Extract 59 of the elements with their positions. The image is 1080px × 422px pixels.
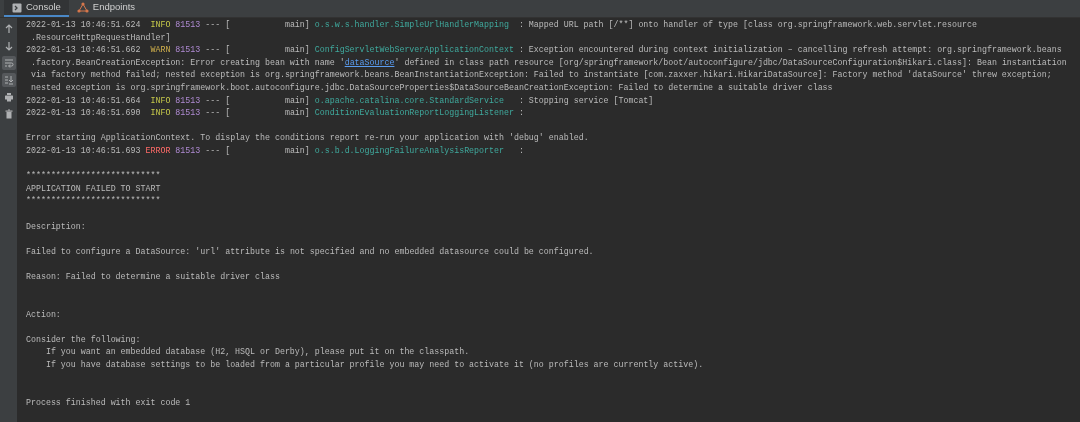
process-id: 81513 (175, 44, 201, 57)
thread-name: --- [ main] (205, 44, 310, 57)
thread-name: --- [ main] (205, 19, 310, 31)
console-text: *************************** (26, 195, 161, 208)
console-icon (12, 2, 22, 13)
thread-name: --- [ main] (205, 107, 310, 120)
logger-name: ConfigServletWebServerApplicationContext (314, 44, 514, 57)
console-text: Error starting ApplicationContext. To display the conditions report re-run your application with 'debug' enabled. (26, 132, 589, 145)
arrow-down-icon (3, 41, 14, 51)
console-text: Consider the following: (26, 333, 141, 346)
console-text: Failed to configure a DataSource: 'url' attribute is not specified and no embedded datasource could be configured. (26, 245, 594, 258)
log-message: : (518, 107, 524, 120)
printer-icon (3, 92, 14, 102)
log-level: ERROR (145, 144, 171, 157)
tab[interactable]: Console (4, 0, 69, 17)
logger-name: o.apache.catalina.core.StandardService (314, 94, 505, 107)
process-id: 81513 (175, 94, 201, 107)
console-text: APPLICATION FAILED TO START (26, 182, 161, 195)
process-id: 81513 (175, 19, 201, 31)
log-message: .factory.BeanCreationException: Error creating bean with name 'dataSource' defined in class path resource [org/springframework/boot/autoconfigure/jdbc/DataSourceConfiguration$Hikari.class]: Bean instantiation (29, 56, 1067, 69)
toolbar-button[interactable] (1, 56, 16, 70)
console-text: *************************** (26, 170, 161, 183)
console-text: If you want an embedded database (H2, HSQL or Derby), please put it on the classpath. (44, 346, 470, 359)
log-level: INFO (149, 107, 171, 120)
console-text: Process finished with exit code 1 (26, 396, 191, 409)
log-level: INFO (149, 94, 171, 107)
console-text: Description: (26, 220, 86, 233)
log-message: via factory method failed; nested exception is org.springframework.beans.BeanInstantiationException: Failed to instantiate [com.zaxxer.hikari.HikariDataSource]: Factory method 'dataSource' threw exception; (29, 69, 1052, 82)
thread-name: --- [ main] (205, 144, 310, 157)
logger-name: ConditionEvaluationReportLoggingListener (314, 107, 514, 120)
wrap-icon (3, 58, 14, 68)
process-id: 81513 (175, 144, 201, 157)
log-message: : Exception encountered during context initialization – cancelling refresh attempt: org.springframework.beans (518, 44, 1062, 57)
log-level: WARN (149, 44, 171, 57)
arrow-up-icon (3, 24, 14, 34)
log-timestamp: 2022-01-13 10:46:51.664 (26, 94, 141, 107)
log-timestamp: 2022-01-13 10:46:51.693 (26, 144, 141, 157)
log-message: .ResourceHttpRequestHandler] (29, 31, 171, 44)
scroll-to-end-icon (3, 75, 14, 85)
console-text: Action: (26, 308, 61, 321)
toolbar-button[interactable] (1, 73, 16, 87)
process-id: 81513 (175, 107, 201, 120)
log-message: : Mapped URL path [/**] onto handler of type [class org.springframework.web.servlet.resource (518, 19, 977, 31)
console-text: Reason: Failed to determine a suitable driver class (26, 270, 280, 283)
log-timestamp: 2022-01-13 10:46:51.624 (26, 19, 141, 31)
thread-name: --- [ main] (205, 94, 310, 107)
trash-icon (3, 109, 14, 119)
log-message: : (518, 144, 524, 157)
logger-name: o.s.b.d.LoggingFailureAnalysisReporter (314, 144, 505, 157)
tab[interactable]: Endpoints (68, 0, 144, 17)
log-timestamp: 2022-01-13 10:46:51.690 (26, 107, 141, 120)
log-timestamp: 2022-01-13 10:46:51.662 (26, 44, 141, 57)
network-icon (76, 2, 89, 13)
console-text: If you have database settings to be loaded from a particular profile you may need to activate it (no profiles are currently active). (44, 359, 704, 372)
log-message: : Stopping service [Tomcat] (518, 94, 654, 107)
logger-name: o.s.w.s.handler.SimpleUrlHandlerMapping (314, 19, 510, 31)
bean-link[interactable]: dataSource (344, 57, 395, 67)
log-message: nested exception is org.springframework.boot.autoconfigure.jdbc.DataSourceProperties$DataSourceBeanCreationException: Failed to determine a suitable driver class (29, 81, 833, 94)
log-level: INFO (149, 19, 171, 31)
